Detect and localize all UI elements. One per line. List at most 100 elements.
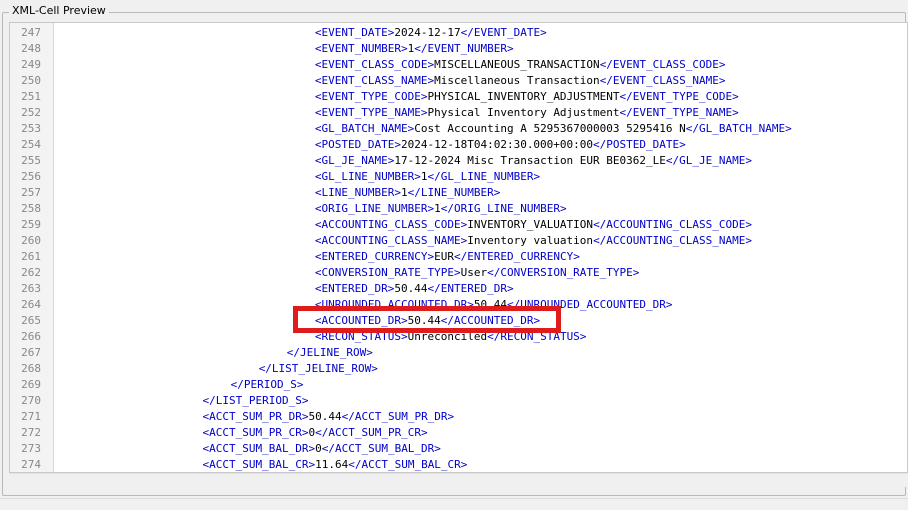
opening-tag: <EVENT_NUMBER> — [314, 42, 408, 55]
xml-accounted-dr-element: <ACCOUNTED_DR>50.44</ACCOUNTED_DR> — [315, 313, 540, 329]
code-line: 264 <UNROUNDED_ACCOUNTED_DR>50.44</UNROUN… — [10, 297, 907, 313]
opening-tag: <ACCOUNTING_CLASS_NAME> — [314, 234, 468, 247]
horizontal-scrollbar[interactable] — [9, 473, 908, 487]
xml-list-period-s-close-tag: </LIST_PERIOD_S> — [203, 393, 309, 409]
xml-entered-dr-element: <ENTERED_DR>50.44</ENTERED_DR> — [315, 281, 514, 297]
xml-recon-status-element: <RECON_STATUS>Unreconciled</RECON_STATUS… — [315, 329, 587, 345]
xml-event-class-name-element: <EVENT_CLASS_NAME>Miscellaneous Transact… — [315, 73, 726, 89]
line-number: 256 — [21, 170, 41, 183]
opening-tag: <ORIG_LINE_NUMBER> — [314, 202, 435, 215]
element-value: 2024-12-17 — [394, 26, 461, 39]
code-line: 271 <ACCT_SUM_PR_DR>50.44</ACCT_SUM_PR_DR… — [10, 409, 907, 425]
opening-tag: <EVENT_CLASS_NAME> — [314, 74, 435, 87]
closing-tag: </ACCOUNTED_DR> — [440, 314, 541, 327]
closing-tag: </RECON_STATUS> — [487, 330, 587, 343]
code-line: 262 <CONVERSION_RATE_TYPE>User</CONVERSIO… — [10, 265, 907, 281]
element-value: EUR — [434, 250, 454, 263]
element-value: MISCELLANEOUS_TRANSACTION — [434, 58, 600, 71]
opening-tag: <ENTERED_CURRENCY> — [314, 250, 435, 263]
element-value: Physical Inventory Adjustment — [427, 106, 620, 119]
element-value: 1 — [400, 186, 408, 199]
closing-tag: </GL_BATCH_NAME> — [685, 122, 792, 135]
element-value: 50.44 — [308, 410, 342, 423]
element-value: INVENTORY_VALUATION — [467, 218, 594, 231]
opening-tag: <GL_BATCH_NAME> — [314, 122, 415, 135]
line-number: 254 — [21, 138, 41, 151]
xml-entered-currency-element: <ENTERED_CURRENCY>EUR</ENTERED_CURRENCY> — [315, 249, 580, 265]
code-line: 256 <GL_LINE_NUMBER>1</GL_LINE_NUMBER> — [10, 169, 907, 185]
line-number: 267 — [21, 346, 41, 359]
opening-tag: <LINE_NUMBER> — [314, 186, 401, 199]
line-number: 264 — [21, 298, 41, 311]
code-line: 257 <LINE_NUMBER>1</LINE_NUMBER> — [10, 185, 907, 201]
element-value: 50.44 — [407, 314, 441, 327]
line-number: 263 — [21, 282, 41, 295]
line-number: 266 — [21, 330, 41, 343]
element-value: User — [460, 266, 488, 279]
element-value: 11.64 — [315, 458, 349, 471]
xml-event-type-code-element: <EVENT_TYPE_CODE>PHYSICAL_INVENTORY_ADJU… — [315, 89, 739, 105]
xml-event-number-element: <EVENT_NUMBER>1</EVENT_NUMBER> — [315, 41, 514, 57]
opening-tag: <UNROUNDED_ACCOUNTED_DR> — [314, 298, 474, 311]
code-line: 261 <ENTERED_CURRENCY>EUR</ENTERED_CURREN… — [10, 249, 907, 265]
element-value: Cost Accounting A 5295367000003 5295416 … — [414, 122, 686, 135]
xml-gl-line-number-element: <GL_LINE_NUMBER>1</GL_LINE_NUMBER> — [315, 169, 540, 185]
xml-period-s-close-tag: </PERIOD_S> — [231, 377, 304, 393]
closing-tag: </ACCT_SUM_PR_DR> — [341, 410, 455, 423]
line-number: 265 — [21, 314, 41, 327]
xml-acct-sum-bal-cr-element: <ACCT_SUM_BAL_CR>11.64</ACCT_SUM_BAL_CR> — [202, 457, 468, 472]
xml-accounting-class-name-element: <ACCOUNTING_CLASS_NAME>Inventory valuati… — [315, 233, 752, 249]
line-number: 252 — [21, 106, 41, 119]
code-lines: 247 <EVENT_DATE>2024-12-17</EVENT_DATE> 24… — [10, 25, 907, 472]
closing-tag: </LIST_JELINE_ROW> — [258, 362, 378, 375]
code-line: 269 </PERIOD_S> — [10, 377, 907, 393]
closing-tag: </EVENT_TYPE_NAME> — [619, 106, 739, 119]
opening-tag: <ACCT_SUM_PR_CR> — [202, 426, 309, 439]
code-line: 272 <ACCT_SUM_PR_CR>0</ACCT_SUM_PR_CR> — [10, 425, 907, 441]
code-line-highlighted: 265 <ACCOUNTED_DR>50.44</ACCOUNTED_DR> — [10, 313, 907, 329]
closing-tag: </EVENT_NUMBER> — [414, 42, 514, 55]
closing-tag: </ENTERED_CURRENCY> — [453, 250, 580, 263]
closing-tag: </ACCT_SUM_PR_CR> — [315, 426, 428, 439]
opening-tag: <EVENT_CLASS_CODE> — [314, 58, 435, 71]
line-number: 261 — [21, 250, 41, 263]
line-number: 250 — [21, 74, 41, 87]
opening-tag: <GL_LINE_NUMBER> — [314, 170, 421, 183]
closing-tag: </ACCOUNTING_CLASS_CODE> — [593, 218, 753, 231]
opening-tag: <ACCT_SUM_BAL_CR> — [202, 458, 316, 471]
opening-tag: <ACCOUNTED_DR> — [314, 314, 408, 327]
opening-tag: <ACCT_SUM_PR_DR> — [202, 410, 309, 423]
code-line: 263 <ENTERED_DR>50.44</ENTERED_DR> — [10, 281, 907, 297]
line-number: 249 — [21, 58, 41, 71]
line-number: 248 — [21, 42, 41, 55]
closing-tag: </CONVERSION_RATE_TYPE> — [487, 266, 640, 279]
element-value: Unreconciled — [407, 330, 488, 343]
code-line: 250 <EVENT_CLASS_NAME>Miscellaneous Trans… — [10, 73, 907, 89]
xml-unrounded-accounted-dr-element: <UNROUNDED_ACCOUNTED_DR>50.44</UNROUNDED… — [315, 297, 673, 313]
xml-conversion-rate-type-element: <CONVERSION_RATE_TYPE>User</CONVERSION_R… — [315, 265, 640, 281]
line-number: 273 — [21, 442, 41, 455]
xml-event-type-name-element: <EVENT_TYPE_NAME>Physical Inventory Adju… — [315, 105, 739, 121]
closing-tag: </EVENT_CLASS_CODE> — [599, 58, 726, 71]
code-line: 270 </LIST_PERIOD_S> — [10, 393, 907, 409]
closing-tag: </LIST_PERIOD_S> — [202, 394, 309, 407]
element-value: PHYSICAL_INVENTORY_ADJUSTMENT — [427, 90, 620, 103]
xml-event-date-element: <EVENT_DATE>2024-12-17</EVENT_DATE> — [315, 25, 547, 41]
code-line: 253 <GL_BATCH_NAME>Cost Accounting A 5295… — [10, 121, 907, 137]
opening-tag: <GL_JE_NAME> — [314, 154, 395, 167]
closing-tag: </UNROUNDED_ACCOUNTED_DR> — [506, 298, 673, 311]
line-number: 268 — [21, 362, 41, 375]
code-line: 266 <RECON_STATUS>Unreconciled</RECON_STA… — [10, 329, 907, 345]
closing-tag: </GL_JE_NAME> — [665, 154, 752, 167]
line-number: 262 — [21, 266, 41, 279]
code-line: 248 <EVENT_NUMBER>1</EVENT_NUMBER> — [10, 41, 907, 57]
code-line: 252 <EVENT_TYPE_NAME>Physical Inventory A… — [10, 105, 907, 121]
element-value: 0 — [315, 442, 322, 455]
xml-code-view[interactable]: 247 <EVENT_DATE>2024-12-17</EVENT_DATE> 24… — [9, 22, 908, 473]
code-line: 274 <ACCT_SUM_BAL_CR>11.64</ACCT_SUM_BAL_… — [10, 457, 907, 472]
element-value: 17-12-2024 Misc Transaction EUR BE0362_L… — [394, 154, 666, 167]
code-line: 247 <EVENT_DATE>2024-12-17</EVENT_DATE> — [10, 25, 907, 41]
opening-tag: <EVENT_TYPE_NAME> — [314, 106, 428, 119]
element-value: 2024-12-18T04:02:30.000+00:00 — [400, 138, 594, 151]
closing-tag: </EVENT_DATE> — [460, 26, 547, 39]
